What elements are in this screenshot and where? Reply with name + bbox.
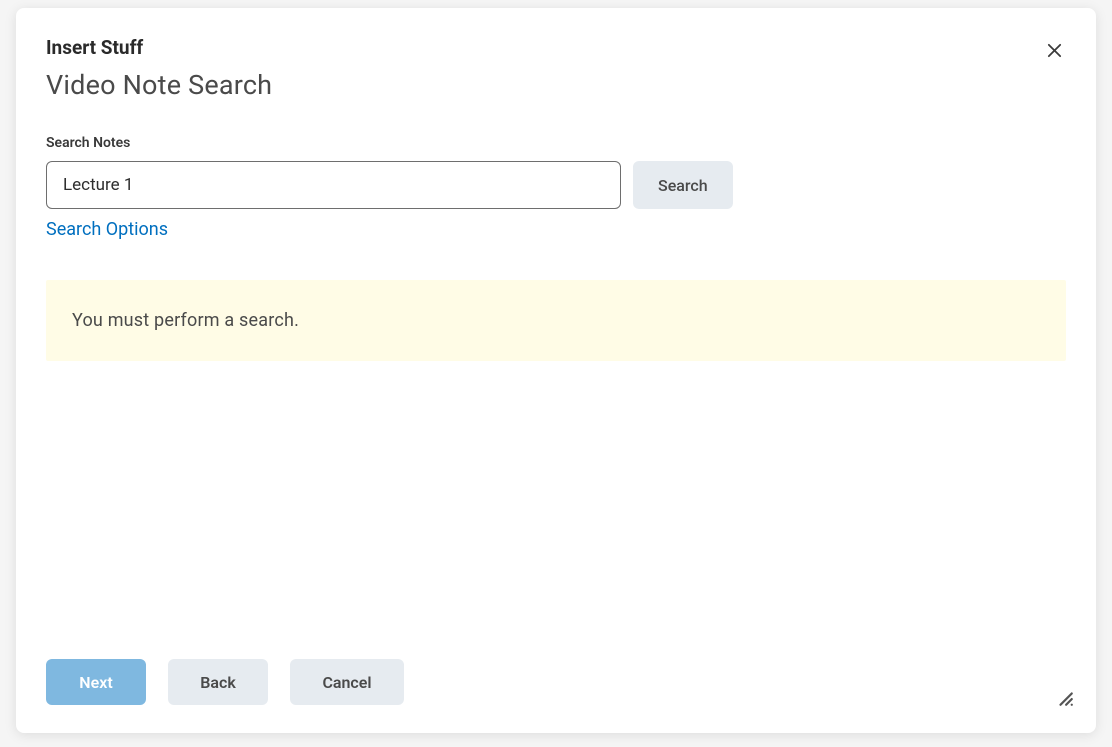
close-icon <box>1046 42 1063 59</box>
resize-handle[interactable] <box>1056 689 1074 707</box>
search-button[interactable]: Search <box>633 161 733 209</box>
cancel-button[interactable]: Cancel <box>290 659 404 705</box>
search-options-link[interactable]: Search Options <box>46 219 168 240</box>
search-row: Search <box>46 161 1066 209</box>
modal-title: Insert Stuff <box>46 36 1066 59</box>
back-button[interactable]: Back <box>168 659 268 705</box>
close-button[interactable] <box>1042 38 1066 62</box>
modal-body: Search Notes Search Search Options You m… <box>16 101 1096 659</box>
search-input[interactable] <box>46 161 621 209</box>
modal-header: Insert Stuff Video Note Search <box>16 8 1096 101</box>
info-banner: You must perform a search. <box>46 280 1066 361</box>
modal-subtitle: Video Note Search <box>46 69 1066 101</box>
insert-stuff-modal: Insert Stuff Video Note Search Search No… <box>16 8 1096 733</box>
next-button[interactable]: Next <box>46 659 146 705</box>
modal-footer: Next Back Cancel <box>16 659 1096 733</box>
search-notes-label: Search Notes <box>46 135 1066 151</box>
resize-icon <box>1056 689 1074 707</box>
info-banner-message: You must perform a search. <box>72 310 299 331</box>
